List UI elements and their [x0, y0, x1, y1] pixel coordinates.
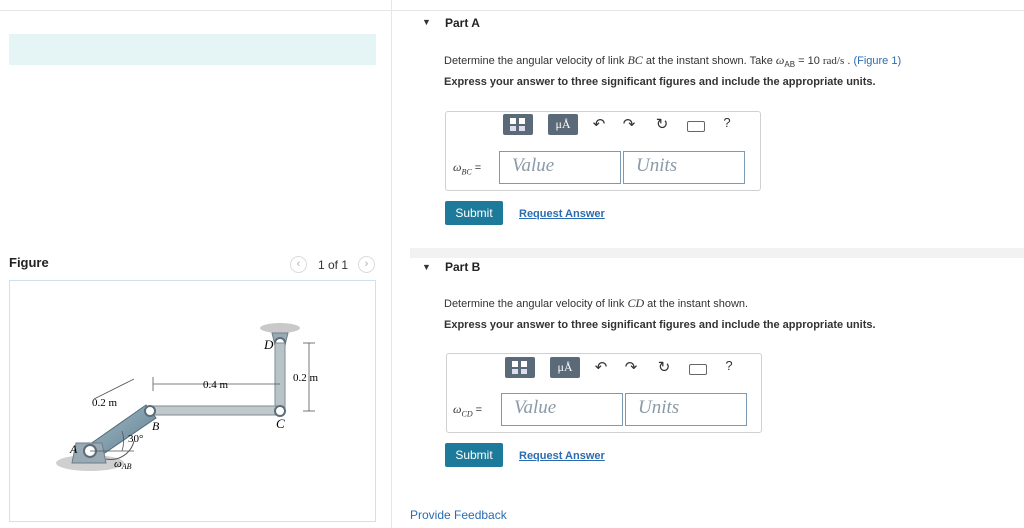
label-c: C — [276, 416, 285, 431]
omega-subscript: BC — [461, 167, 472, 177]
label-dim-04: 0.4 m — [203, 379, 229, 391]
omega-subscript: CD — [461, 409, 473, 419]
undo-icon[interactable]: ↶ — [590, 115, 608, 133]
part-separator — [410, 248, 1024, 258]
label-a: A — [69, 442, 78, 456]
label-angle: 30° — [128, 433, 143, 445]
value-input[interactable]: Value — [501, 393, 623, 426]
part-a-title[interactable]: Part A — [445, 16, 480, 30]
ground-d — [260, 323, 300, 333]
help-icon[interactable]: ? — [720, 358, 738, 373]
reset-icon[interactable]: ↻ — [653, 115, 671, 133]
templates-glyph — [510, 118, 525, 131]
provide-feedback-link[interactable]: Provide Feedback — [410, 508, 507, 522]
pin-b — [144, 405, 156, 417]
panel-divider — [391, 0, 392, 528]
value-input[interactable]: Value — [499, 151, 621, 184]
part-a-instruction: Express your answer to three significant… — [444, 76, 876, 88]
omega-bc-label: ωBC = — [453, 160, 481, 176]
part-b-title[interactable]: Part B — [445, 260, 480, 274]
question-unit: rad/s — [822, 55, 845, 67]
link-bc — [147, 405, 284, 416]
dim-line-02-left — [93, 378, 135, 400]
link-name: CD — [627, 296, 645, 310]
redo-icon[interactable]: ↷ — [622, 358, 640, 376]
part-a-question: Determine the angular velocity of link B… — [444, 53, 901, 69]
undo-icon[interactable]: ↶ — [592, 358, 610, 376]
question-text: at the instant shown. — [644, 298, 749, 310]
help-icon[interactable]: ? — [718, 115, 736, 130]
part-b-question: Determine the angular velocity of link C… — [444, 296, 748, 311]
collapse-part-b-icon[interactable]: ▼ — [422, 262, 431, 272]
top-divider — [0, 10, 1024, 11]
question-text: at the instant shown. Take — [642, 55, 776, 67]
info-banner — [9, 34, 376, 65]
templates-glyph — [512, 361, 527, 374]
templates-icon[interactable] — [503, 114, 533, 135]
submit-button[interactable]: Submit — [445, 443, 503, 467]
figure-pager-text: 1 of 1 — [318, 258, 349, 272]
units-icon[interactable]: μÅ — [548, 114, 578, 135]
label-d: D — [263, 337, 274, 352]
omega-subscript: AB — [784, 60, 796, 70]
label-dim-02-right: 0.2 m — [293, 372, 319, 384]
linkage-diagram: D C B A 0.4 m 0.2 m 0.2 m 30° ωAB — [56, 323, 319, 471]
question-text: Determine the angular velocity of link — [444, 298, 628, 310]
collapse-part-a-icon[interactable]: ▼ — [422, 17, 431, 27]
link-cd — [274, 342, 286, 414]
reset-icon[interactable]: ↻ — [655, 358, 673, 376]
figure-title: Figure — [9, 255, 49, 270]
request-answer-link[interactable]: Request Answer — [519, 450, 605, 462]
templates-icon[interactable] — [505, 357, 535, 378]
units-input[interactable]: Units — [625, 393, 747, 426]
chevron-right-icon[interactable]: › — [358, 256, 375, 273]
keyboard-icon[interactable] — [687, 121, 705, 132]
redo-icon[interactable]: ↷ — [620, 115, 638, 133]
part-b-instruction: Express your answer to three significant… — [444, 319, 876, 331]
units-icon[interactable]: μÅ — [550, 357, 580, 378]
question-value: = 10 — [795, 55, 823, 67]
figure-link[interactable]: (Figure 1) — [853, 55, 901, 67]
omega-cd-label: ωCD = — [453, 402, 482, 418]
link-name: BC — [627, 53, 643, 67]
request-answer-link[interactable]: Request Answer — [519, 208, 605, 220]
equals-sign: = — [471, 162, 482, 174]
keyboard-icon[interactable] — [689, 364, 707, 375]
units-input[interactable]: Units — [623, 151, 745, 184]
submit-button[interactable]: Submit — [445, 201, 503, 225]
equals-sign: = — [472, 404, 483, 416]
figure-panel: D C B A 0.4 m 0.2 m 0.2 m 30° ωAB — [9, 280, 376, 522]
question-text: Determine the angular velocity of link — [444, 55, 628, 67]
label-dim-02-left: 0.2 m — [92, 397, 118, 409]
chevron-left-icon[interactable]: ‹ — [290, 256, 307, 273]
label-b: B — [152, 419, 160, 433]
label-omega: ωAB — [114, 458, 132, 471]
pin-c — [274, 405, 286, 417]
